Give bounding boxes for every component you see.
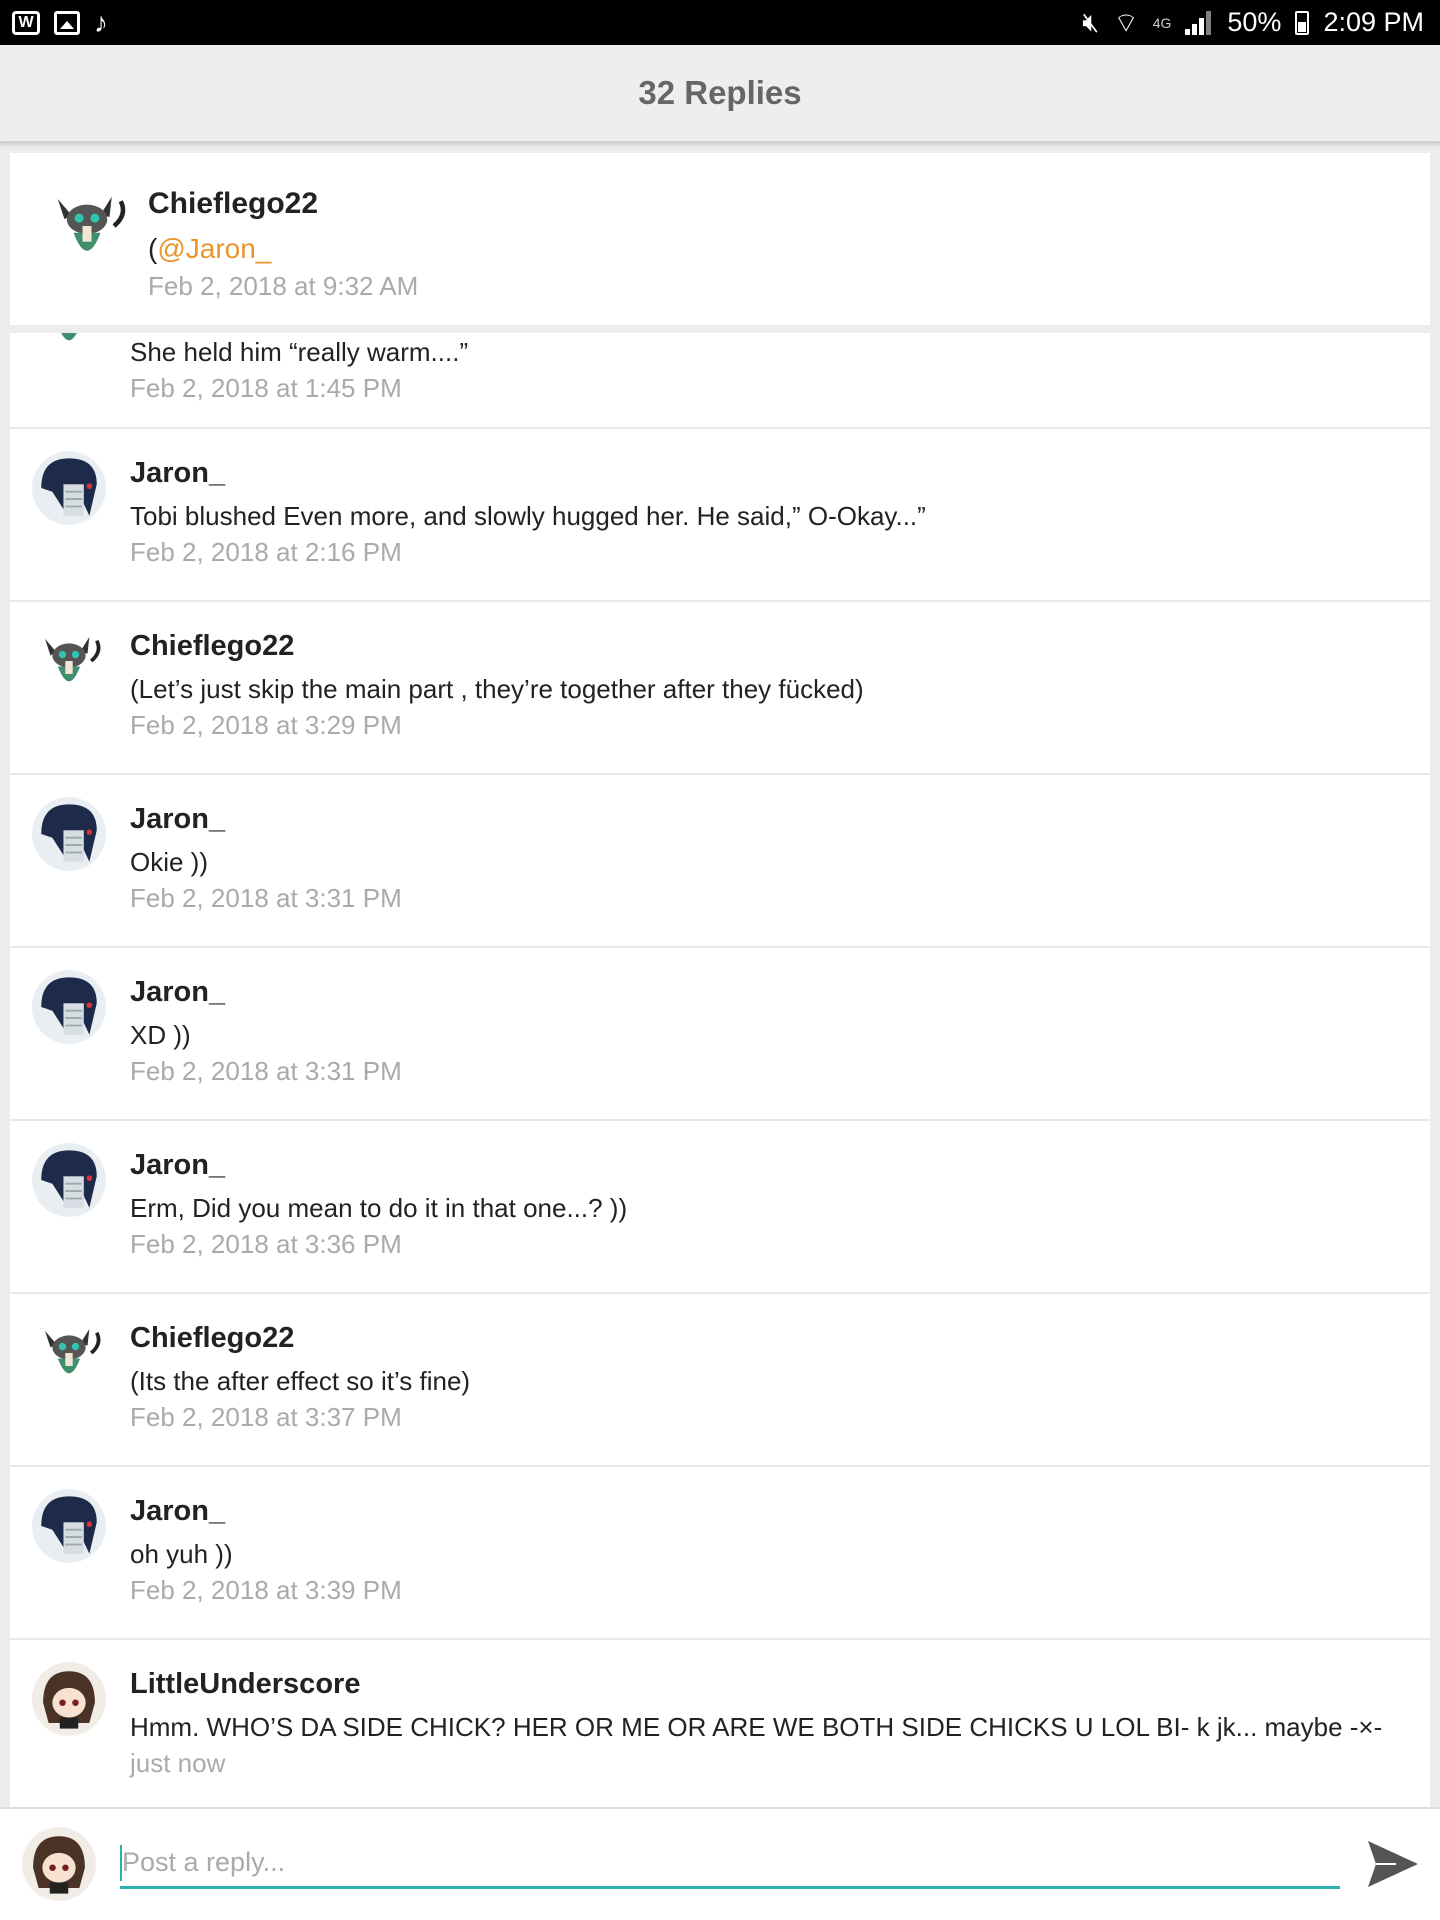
reply-text: Okie ))	[130, 847, 208, 877]
reply-item[interactable]: Chieflego22 (Let’s just skip the main pa…	[10, 602, 1430, 775]
status-bar: W ♪ 🔇︎ ⌔ 4G 50% 2:09 PM	[0, 0, 1440, 45]
network-type: 4G	[1152, 14, 1172, 31]
reply-item[interactable]: Jaron_ Okie )) Feb 2, 2018 at 3:31 PM	[10, 775, 1430, 948]
avatar[interactable]	[32, 970, 106, 1044]
clock: 2:09 PM	[1323, 7, 1424, 37]
compose-bar	[0, 1807, 1440, 1920]
signal-icon	[1185, 10, 1213, 35]
reply-username[interactable]: Chieflego22	[130, 1322, 294, 1355]
reply-timestamp: Feb 2, 2018 at 3:39 PM	[130, 1575, 402, 1605]
battery-percent: 50%	[1227, 7, 1282, 37]
reply-username[interactable]: Jaron_	[130, 1149, 225, 1182]
reply-username[interactable]: Chieflego22	[130, 630, 294, 663]
reply-timestamp: Feb 2, 2018 at 1:45 PM	[130, 373, 402, 403]
reply-text: XD ))	[130, 1020, 191, 1050]
reply-username[interactable]: Jaron_	[130, 976, 225, 1009]
reply-username[interactable]: Jaron_	[130, 457, 225, 490]
reply-item[interactable]: Jaron_ oh yuh )) Feb 2, 2018 at 3:39 PM	[10, 1467, 1430, 1640]
reply-text: (Let’s just skip the main part , they’re…	[130, 674, 864, 704]
mute-icon: 🔇︎	[1082, 6, 1100, 37]
avatar[interactable]	[32, 1316, 106, 1390]
avatar[interactable]	[32, 1143, 106, 1217]
original-post[interactable]: Chieflego22 (@Jaron_ Feb 2, 2018 at 9:32…	[10, 153, 1430, 325]
reply-item[interactable]: Chieflego22 (Its the after effect so it’…	[10, 1294, 1430, 1467]
w-icon: W	[12, 10, 40, 35]
reply-timestamp: Feb 2, 2018 at 3:37 PM	[130, 1402, 402, 1432]
avatar[interactable]	[32, 1662, 106, 1736]
post-timestamp: Feb 2, 2018 at 9:32 AM	[148, 271, 419, 301]
page-title: 32 Replies	[638, 74, 802, 111]
reply-input[interactable]	[120, 1839, 1340, 1889]
reply-list[interactable]: She held him “really warm....” Feb 2, 20…	[10, 333, 1430, 1807]
reply-text: Erm, Did you mean to do it in that one..…	[130, 1193, 628, 1223]
reply-item[interactable]: She held him “really warm....” Feb 2, 20…	[10, 333, 1430, 429]
avatar[interactable]	[22, 1825, 96, 1903]
text-caret	[120, 1845, 122, 1881]
avatar[interactable]	[32, 333, 106, 357]
reply-timestamp: Feb 2, 2018 at 2:16 PM	[130, 537, 402, 567]
page-header: 32 Replies	[0, 45, 1440, 143]
send-button[interactable]	[1366, 1839, 1420, 1889]
gallery-icon	[54, 10, 80, 35]
reply-text: She held him “really warm....”	[130, 337, 469, 367]
avatar[interactable]	[32, 797, 106, 871]
reply-text: (Its the after effect so it’s fine)	[130, 1366, 471, 1396]
reply-text: Tobi blushed Even more, and slowly hugge…	[130, 501, 926, 531]
reply-item[interactable]: Jaron_ Erm, Did you mean to do it in tha…	[10, 1121, 1430, 1294]
reply-timestamp: Feb 2, 2018 at 3:29 PM	[130, 710, 402, 740]
mention-link[interactable]: @Jaron_	[157, 233, 271, 264]
reply-username[interactable]: Jaron_	[130, 1495, 225, 1528]
reply-username[interactable]: LittleUnderscore	[130, 1668, 360, 1701]
music-note-icon: ♪	[94, 6, 108, 38]
reply-timestamp: Feb 2, 2018 at 3:36 PM	[130, 1229, 402, 1259]
avatar[interactable]	[32, 1489, 106, 1563]
post-username[interactable]: Chieflego22	[148, 187, 318, 221]
avatar[interactable]	[42, 181, 132, 271]
reply-timestamp: just now	[130, 1748, 226, 1778]
avatar[interactable]	[32, 451, 106, 525]
wifi-icon: ⌔	[1113, 7, 1139, 38]
status-bar-notifications: W ♪	[12, 6, 108, 38]
reply-item[interactable]: Jaron_ Tobi blushed Even more, and slowl…	[10, 429, 1430, 602]
post-body-prefix: (	[148, 233, 158, 264]
reply-username[interactable]: Jaron_	[130, 803, 225, 836]
reply-timestamp: Feb 2, 2018 at 3:31 PM	[130, 1056, 402, 1086]
reply-item[interactable]: Jaron_ XD )) Feb 2, 2018 at 3:31 PM	[10, 948, 1430, 1121]
reply-text: Hmm. WHO’S DA SIDE CHICK? HER OR ME OR A…	[130, 1712, 1383, 1742]
reply-timestamp: Feb 2, 2018 at 3:31 PM	[130, 883, 402, 913]
reply-text: oh yuh ))	[130, 1539, 233, 1569]
post-body: (@Jaron_	[148, 233, 271, 265]
reply-item[interactable]: LittleUnderscore Hmm. WHO’S DA SIDE CHIC…	[10, 1640, 1430, 1807]
battery-icon	[1295, 10, 1310, 35]
avatar[interactable]	[32, 624, 106, 698]
status-bar-system: 🔇︎ ⌔ 4G 50% 2:09 PM	[1082, 6, 1424, 40]
